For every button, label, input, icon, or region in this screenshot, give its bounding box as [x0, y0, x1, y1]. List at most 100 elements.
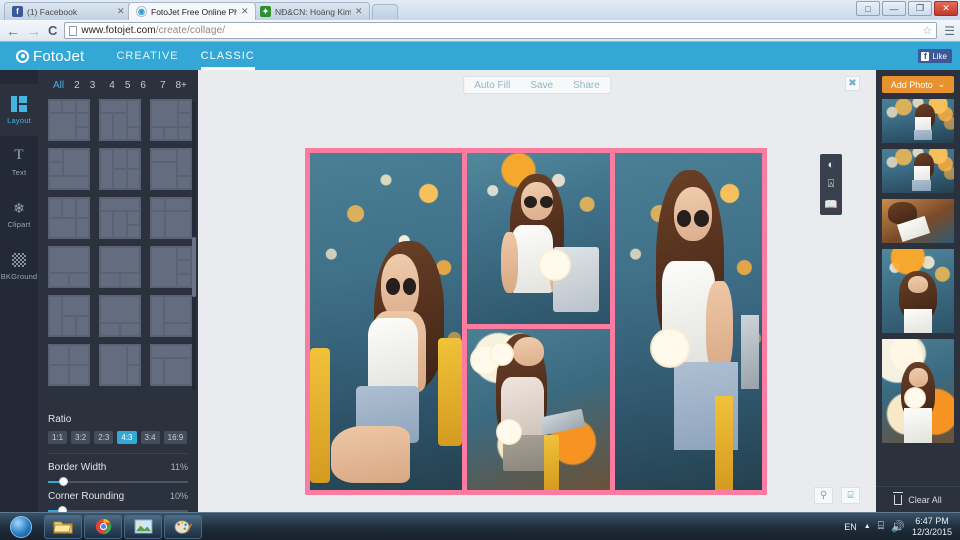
corner-rounding-control: Corner Rounding 10% [38, 483, 198, 515]
address-bar[interactable]: www.fotojet.com/create/collage/ ☆ [64, 22, 938, 39]
collage-column-right [615, 153, 762, 490]
photo-thumbnail-list[interactable] [876, 93, 960, 486]
bookmark-star-icon[interactable]: ☆ [922, 24, 932, 37]
show-hidden-icons[interactable]: ▲ [864, 523, 871, 530]
layout-thumbnail[interactable] [99, 344, 141, 386]
ratio-1-1[interactable]: 1:1 [48, 431, 68, 444]
facebook-like-button[interactable]: f Like [918, 49, 952, 63]
clear-all-button[interactable]: Clear All [876, 486, 960, 512]
count-8plus[interactable]: 8+ [171, 80, 192, 91]
book-icon[interactable]: 📖 [824, 198, 838, 211]
minimize-button[interactable]: — [882, 1, 906, 16]
layout-thumbnail[interactable] [99, 99, 141, 141]
ratio-options: 1:1 3:2 2:3 4:3 3:4 16:9 [48, 431, 188, 444]
count-3[interactable]: 3 [85, 80, 101, 91]
close-window-button[interactable]: ✕ [934, 1, 958, 16]
photo-thumb-3[interactable] [882, 199, 954, 243]
close-icon[interactable]: ✕ [355, 6, 363, 17]
add-photo-button[interactable]: Add Photo ⌄ [882, 76, 954, 93]
site-icon: ✦ [260, 6, 271, 17]
count-6[interactable]: 6 [135, 80, 151, 91]
fotojet-logo[interactable]: FotoJet [16, 48, 84, 65]
taskbar-photo-viewer[interactable] [124, 514, 162, 539]
layout-thumbnail[interactable] [99, 295, 141, 337]
taskbar-file-explorer[interactable] [44, 514, 82, 539]
count-5[interactable]: 5 [120, 80, 136, 91]
browser-tab-1[interactable]: ◉ FotoJet Free Online Photo ✕ [128, 2, 256, 20]
auto-fill-button[interactable]: Auto Fill [464, 80, 520, 91]
zoom-out-icon[interactable]: ⚲ [814, 487, 833, 504]
crop-icon[interactable]: ⍓ [825, 178, 838, 191]
close-icon[interactable]: ✖ [845, 76, 860, 91]
count-7[interactable]: 7 [155, 80, 171, 91]
count-4[interactable]: 4 [104, 80, 120, 91]
ratio-4-3[interactable]: 4:3 [117, 431, 137, 444]
layout-thumbnail[interactable] [150, 344, 192, 386]
sidebar-item-text[interactable]: T Text [0, 136, 38, 188]
chrome-menu-icon[interactable]: ☰ [944, 24, 955, 38]
photo-cell-2[interactable] [467, 153, 610, 324]
contrast-icon[interactable]: ◐ [825, 158, 838, 171]
photo-thumb-2[interactable] [882, 149, 954, 193]
taskbar-paint[interactable] [164, 514, 202, 539]
maximize-button[interactable]: ❐ [908, 1, 932, 16]
layout-thumbnail[interactable] [48, 344, 90, 386]
browser-tab-2[interactable]: ✦ NĐ&CN: Hoàng Kim Phư ✕ [252, 2, 370, 20]
layout-thumbnail[interactable] [48, 148, 90, 190]
sidebar-item-clipart[interactable]: ❄ Clipart [0, 188, 38, 240]
tab-classic[interactable]: CLASSIC [200, 42, 255, 70]
reload-icon[interactable]: C [48, 24, 57, 37]
tab-creative[interactable]: CREATIVE [116, 42, 178, 70]
new-tab-button[interactable] [372, 4, 398, 19]
close-icon[interactable]: ✕ [117, 6, 125, 17]
layout-thumbnail[interactable] [150, 295, 192, 337]
photo-cell-4[interactable] [615, 153, 762, 490]
ratio-2-3[interactable]: 2:3 [94, 431, 114, 444]
feedback-icon[interactable]: ⌸ [841, 487, 860, 504]
photo-thumb-1[interactable] [882, 99, 954, 143]
page-info-icon[interactable] [69, 25, 78, 36]
photo-thumb-5[interactable] [882, 339, 954, 443]
network-icon[interactable]: ⌸ [878, 520, 885, 533]
sidebar-item-background[interactable]: BKGround [0, 240, 38, 292]
layout-thumbnail[interactable] [150, 148, 192, 190]
language-indicator[interactable]: EN [844, 522, 857, 532]
layout-thumbnail[interactable] [48, 197, 90, 239]
save-button[interactable]: Save [520, 80, 563, 91]
photo-cell-3[interactable] [467, 329, 610, 490]
layout-thumbnail[interactable] [99, 148, 141, 190]
layout-thumbnail[interactable] [48, 99, 90, 141]
volume-icon[interactable]: 🔊 [891, 520, 905, 533]
count-2[interactable]: 2 [69, 80, 85, 91]
ratio-16-9[interactable]: 16:9 [163, 431, 188, 444]
start-button[interactable] [0, 514, 42, 540]
tool-rail: Layout T Text ❄ Clipart BKGround [0, 70, 38, 512]
taskbar-chrome[interactable] [84, 514, 122, 539]
photo-thumb-4[interactable] [882, 249, 954, 333]
layout-thumbnail[interactable] [48, 246, 90, 288]
sidebar-item-layout[interactable]: Layout [0, 84, 38, 136]
border-width-control: Border Width 11% [38, 454, 198, 486]
chrome-icon [95, 518, 111, 535]
border-width-slider[interactable] [48, 477, 188, 486]
layout-thumbnail[interactable] [48, 295, 90, 337]
layout-thumbnail[interactable] [99, 246, 141, 288]
photo-cell-1[interactable] [310, 153, 462, 490]
clock[interactable]: 6:47 PM 12/3/2015 [912, 516, 952, 537]
collage-canvas[interactable] [305, 148, 767, 495]
layout-thumbnail[interactable] [150, 197, 192, 239]
browser-tab-0[interactable]: f (1) Facebook ✕ [4, 2, 132, 20]
layout-thumbnail[interactable] [150, 246, 192, 288]
close-icon[interactable]: ✕ [241, 6, 249, 17]
layout-thumbnail-list[interactable] [38, 97, 198, 408]
forward-icon[interactable]: → [27, 24, 41, 38]
ratio-3-2[interactable]: 3:2 [71, 431, 91, 444]
account-button[interactable]: □ [856, 1, 880, 16]
layout-thumbnail[interactable] [150, 99, 192, 141]
panel-scrollbar-thumb[interactable] [192, 237, 196, 297]
ratio-3-4[interactable]: 3:4 [140, 431, 160, 444]
back-icon[interactable]: ← [6, 24, 20, 38]
share-button[interactable]: Share [563, 80, 610, 91]
layout-thumbnail[interactable] [99, 197, 141, 239]
count-all[interactable]: All [48, 80, 69, 91]
